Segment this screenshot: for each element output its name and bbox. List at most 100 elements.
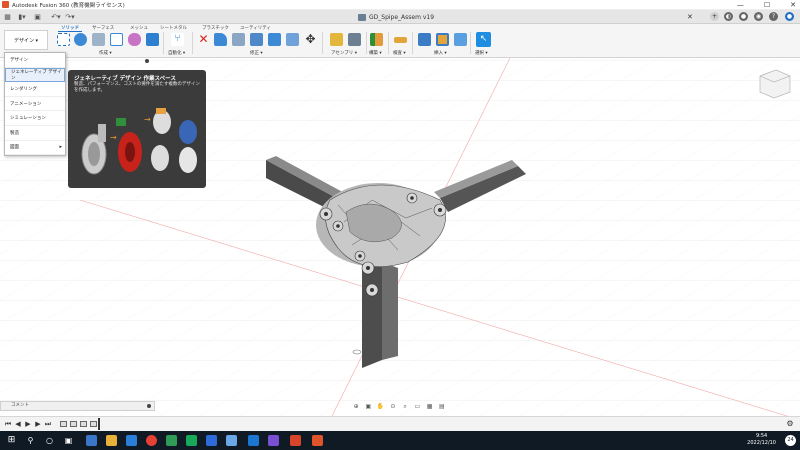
app-icon[interactable] <box>268 435 279 446</box>
menu-item-drawing[interactable]: 図面 ▸ <box>5 141 65 156</box>
rewind-icon[interactable]: ⏮ <box>4 420 12 428</box>
viewports-icon[interactable]: ▤ <box>438 403 446 411</box>
undo-icon[interactable]: ↶▾ <box>50 12 62 22</box>
job-status-icon[interactable]: ◐ <box>724 12 733 21</box>
panel-menu-icon[interactable] <box>147 404 151 408</box>
orbit-icon[interactable]: ⊕ <box>352 403 360 411</box>
joint-icon[interactable] <box>348 33 361 46</box>
group-create[interactable]: 作成 ▾ <box>99 50 112 56</box>
tab-sheet-metal[interactable]: シートメタル <box>160 25 187 31</box>
end-icon[interactable]: ⏭ <box>44 420 52 428</box>
windows-start-icon[interactable]: ⊞ <box>6 435 17 446</box>
workspace-switcher-button[interactable]: デザイン ▾ <box>4 30 48 50</box>
new-component-icon[interactable] <box>330 33 343 46</box>
panel-menu-icon[interactable] <box>145 59 149 63</box>
app-icon[interactable] <box>86 435 97 446</box>
file-explorer-icon[interactable] <box>106 435 117 446</box>
delete-icon[interactable]: ✕ <box>197 33 210 46</box>
step-back-icon[interactable]: ◀ <box>14 420 22 428</box>
timeline-feature[interactable] <box>90 421 97 427</box>
insert-canvas-icon[interactable] <box>436 33 449 46</box>
step-forward-icon[interactable]: ▶ <box>34 420 42 428</box>
group-modify[interactable]: 修正 ▾ <box>250 50 263 56</box>
insert-derive-icon[interactable] <box>418 33 431 46</box>
grid-icon[interactable]: ▦ <box>3 12 12 22</box>
chamfer-icon[interactable] <box>250 33 263 46</box>
press-pull-icon[interactable] <box>214 33 227 46</box>
file-icon[interactable]: ▮▾ <box>15 12 29 22</box>
timeline-feature[interactable] <box>80 421 87 427</box>
timeline-feature[interactable] <box>60 421 67 427</box>
line-icon[interactable] <box>186 435 197 446</box>
group-insert[interactable]: 挿入 ▾ <box>434 50 447 56</box>
new-sketch-icon[interactable] <box>57 33 70 46</box>
measure-icon[interactable] <box>394 37 407 43</box>
tab-utilities[interactable]: ユーティリティ <box>240 25 271 31</box>
viewcube-icon[interactable] <box>759 69 791 99</box>
help-icon[interactable]: ? <box>769 12 778 21</box>
box-icon[interactable] <box>146 33 159 46</box>
look-at-icon[interactable]: ▣ <box>364 403 372 411</box>
revolve-icon[interactable] <box>92 33 105 46</box>
timeline-feature[interactable] <box>70 421 77 427</box>
form-icon[interactable] <box>110 33 123 46</box>
system-clock[interactable]: 9:54 2022/12/10 <box>747 433 776 447</box>
fillet-icon[interactable] <box>232 33 245 46</box>
group-automate[interactable]: 自動化 ▾ <box>168 50 185 56</box>
group-inspect[interactable]: 検査 ▾ <box>393 50 406 56</box>
plane-icon[interactable] <box>370 33 383 46</box>
timeline-marker[interactable] <box>98 418 100 430</box>
save-icon[interactable]: ▣ <box>33 12 42 22</box>
settings-icon[interactable]: ⚙ <box>786 420 794 428</box>
sweep-icon[interactable] <box>128 33 141 46</box>
move-icon[interactable]: ✥ <box>304 33 317 46</box>
insert-image-icon[interactable] <box>454 33 467 46</box>
fit-icon[interactable]: ⌕ <box>401 403 409 411</box>
display-settings-icon[interactable]: ▭ <box>413 403 421 411</box>
tab-mesh[interactable]: メッシュ <box>130 25 148 31</box>
extrude-icon[interactable] <box>74 33 87 46</box>
group-select[interactable]: 選択 ▾ <box>475 50 488 56</box>
notification-icon[interactable]: ● <box>739 12 748 21</box>
app-icon[interactable] <box>206 435 217 446</box>
fusion-taskbar-icon[interactable] <box>312 435 323 446</box>
close-icon[interactable]: ✕ <box>687 13 693 21</box>
add-tab-icon[interactable]: + <box>710 12 719 21</box>
group-assemble[interactable]: アセンブリ ▾ <box>331 50 357 56</box>
menu-item-render[interactable]: レンダリング <box>5 82 65 97</box>
profile-icon[interactable]: ● <box>785 12 794 21</box>
close-window-button[interactable]: ✕ <box>790 1 796 9</box>
menu-item-design[interactable]: デザイン <box>5 53 65 68</box>
task-view-icon[interactable]: ▣ <box>63 435 74 446</box>
document-tab[interactable]: GD_Spipe_Assem v19 ✕ <box>358 10 693 24</box>
app-icon[interactable] <box>166 435 177 446</box>
cortana-icon[interactable]: ○ <box>44 435 55 446</box>
select-icon[interactable]: ↖ <box>476 32 491 47</box>
app-icon[interactable] <box>248 435 259 446</box>
maximize-button[interactable]: ☐ <box>764 1 770 9</box>
app-icon[interactable] <box>126 435 137 446</box>
office-icon[interactable] <box>290 435 301 446</box>
group-construct[interactable]: 構築 ▾ <box>369 50 382 56</box>
comments-panel[interactable]: コメント <box>0 401 155 411</box>
tab-surface[interactable]: サーフェス <box>92 25 114 31</box>
minimize-button[interactable]: — <box>737 1 744 9</box>
menu-item-animation[interactable]: アニメーション <box>5 97 65 112</box>
menu-item-generative-design[interactable]: ジェネレーティブ デザイン <box>5 67 65 83</box>
zoom-icon[interactable]: ⊙ <box>389 403 397 411</box>
chrome-icon[interactable] <box>146 435 157 446</box>
scale-icon[interactable] <box>286 33 299 46</box>
menu-item-manufacture[interactable]: 製造 <box>5 126 65 141</box>
app-icon[interactable] <box>226 435 237 446</box>
notification-center-icon[interactable]: 24 <box>785 435 796 446</box>
tab-plastic[interactable]: プラスチック <box>202 25 229 31</box>
notification-icon[interactable]: ◉ <box>754 12 763 21</box>
pan-icon[interactable]: ✋ <box>377 403 385 411</box>
play-icon[interactable]: ▶ <box>24 420 32 428</box>
search-icon[interactable]: ⚲ <box>25 435 36 446</box>
automate-icon[interactable]: ⑂ <box>171 33 184 46</box>
grid-settings-icon[interactable]: ▦ <box>426 403 434 411</box>
redo-icon[interactable]: ↷▾ <box>64 12 76 22</box>
menu-item-simulation[interactable]: シミュレーション <box>5 111 65 126</box>
shell-icon[interactable] <box>268 33 281 46</box>
